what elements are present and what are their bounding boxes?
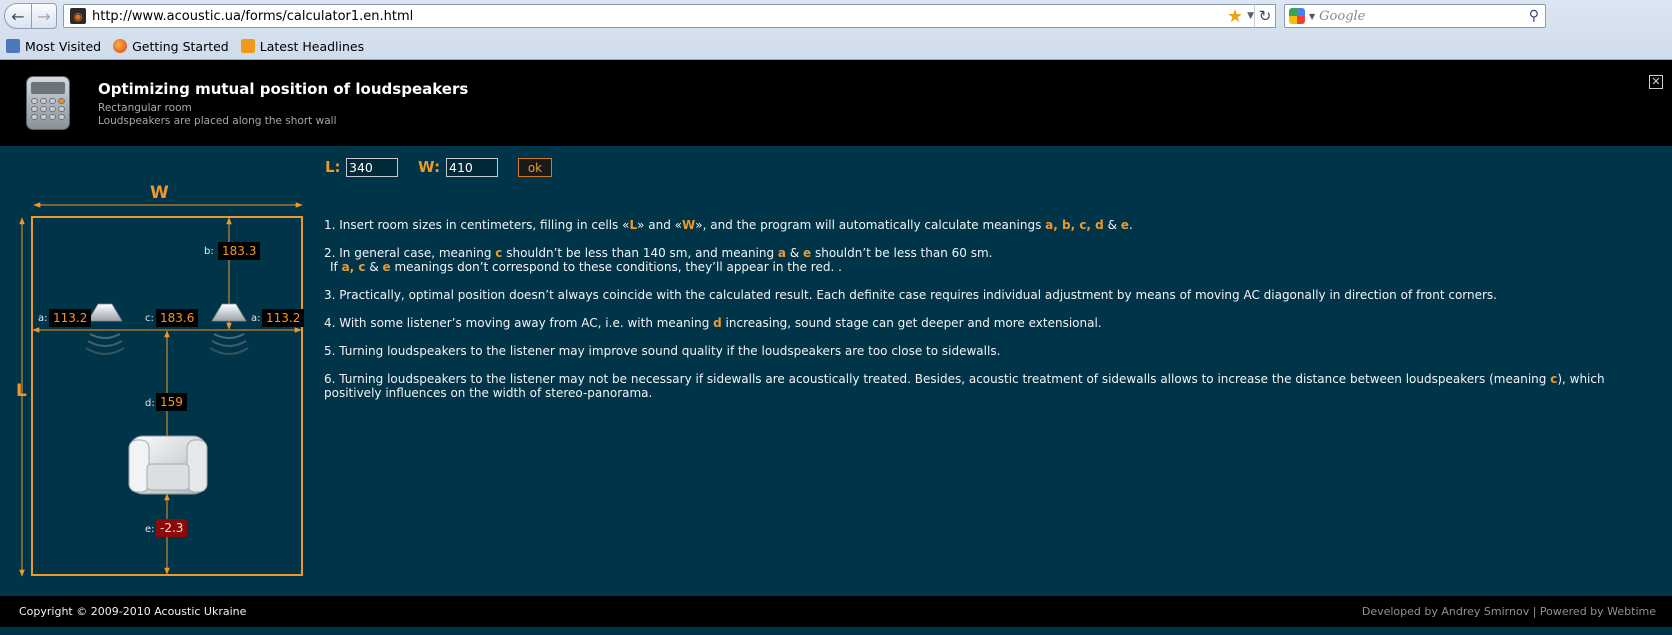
- e-label: e:: [145, 524, 155, 535]
- a-left-value: 113.2: [49, 309, 92, 327]
- c-label: c:: [145, 313, 154, 324]
- bookmark-label: Latest Headlines: [259, 38, 365, 54]
- page-header: [0, 60, 1672, 146]
- a-right-value: 113.2: [262, 309, 305, 327]
- bookmark-getting-started[interactable]: Getting Started: [113, 39, 229, 54]
- width-input[interactable]: [446, 158, 498, 177]
- length-label: L:: [325, 158, 341, 176]
- armchair-icon: [128, 435, 208, 495]
- page-title: Optimizing mutual position of loudspeake…: [98, 80, 469, 98]
- arrow-right-icon: →: [37, 6, 51, 26]
- a-right-label: a:: [251, 313, 261, 324]
- search-input[interactable]: Google: [1319, 9, 1529, 24]
- reload-icon: ↻: [1258, 7, 1272, 25]
- search-icon[interactable]: ⚲: [1529, 8, 1539, 24]
- b-label: b:: [204, 246, 214, 257]
- reload-button[interactable]: ↻: [1254, 4, 1276, 28]
- calculator-icon: [26, 76, 70, 130]
- chevron-down-icon[interactable]: ▼: [1309, 12, 1315, 21]
- instruction-5: 5. Turning loudspeakers to the listener …: [324, 344, 1001, 358]
- instruction-3: 3. Practically, optimal position doesn’t…: [324, 288, 1497, 302]
- dim-w-label: W: [150, 183, 169, 203]
- bookmarks-toolbar: Most Visited Getting Started Latest Head…: [0, 35, 370, 57]
- length-input[interactable]: [346, 158, 398, 177]
- bookmark-star-icon[interactable]: ★: [1227, 6, 1243, 27]
- room-diagram: W L b: 183.3 a: 113.2 c: 183.6 a: 113.2 …: [16, 183, 306, 580]
- d-value: 159: [156, 393, 187, 411]
- b-value: 183.3: [218, 242, 261, 260]
- chevron-down-icon[interactable]: ▼: [1247, 11, 1254, 21]
- credits-text: Developed by Andrey Smirnov | Powered by…: [1361, 605, 1656, 618]
- back-button[interactable]: ←: [4, 3, 32, 29]
- browser-toolbar: ← → ◉ http://www.acoustic.ua/forms/calcu…: [0, 0, 1672, 60]
- ok-button[interactable]: ok: [518, 158, 552, 177]
- google-icon: [1289, 8, 1305, 24]
- site-favicon-icon: ◉: [70, 8, 86, 24]
- bookmark-most-visited[interactable]: Most Visited: [6, 39, 101, 54]
- speaker-left-icon: [85, 303, 125, 355]
- instruction-4: 4. With some listener’s moving away from…: [324, 316, 1102, 330]
- c-value: 183.6: [156, 309, 199, 327]
- page-subtitle: Loudspeakers are placed along the short …: [98, 115, 337, 127]
- a-left-label: a:: [38, 313, 48, 324]
- bookmark-latest-headlines[interactable]: Latest Headlines: [240, 38, 365, 54]
- page-footer: Copyright © 2009-2010 Acoustic Ukraine D…: [0, 596, 1672, 627]
- instructions: 1. Insert room sizes in centimeters, fil…: [324, 218, 1644, 414]
- rss-icon: [240, 39, 255, 53]
- forward-button[interactable]: →: [31, 3, 57, 29]
- url-text: http://www.acoustic.ua/forms/calculator1…: [92, 8, 414, 24]
- width-label: W:: [418, 158, 441, 176]
- close-icon[interactable]: ✕: [1649, 75, 1663, 89]
- arrow-left-icon: ←: [11, 6, 25, 26]
- instruction-6: 6. Turning loudspeakers to the listener …: [324, 372, 1605, 400]
- firefox-icon: [113, 39, 128, 53]
- d-label: d:: [145, 398, 155, 409]
- bookmark-label: Most Visited: [25, 38, 102, 54]
- e-value: -2.3: [156, 519, 188, 537]
- search-bar[interactable]: ▼ Google ⚲: [1284, 4, 1546, 28]
- folder-icon: [6, 39, 20, 53]
- dim-l-label: L: [16, 381, 27, 401]
- copyright-text: Copyright © 2009-2010 Acoustic Ukraine: [19, 605, 247, 618]
- address-bar[interactable]: ◉ http://www.acoustic.ua/forms/calculato…: [63, 4, 1261, 28]
- bookmark-label: Getting Started: [132, 38, 229, 54]
- instruction-1: 1. Insert room sizes in centimeters, fil…: [324, 218, 1133, 232]
- instruction-2: 2. In general case, meaning c shouldn’t …: [324, 246, 993, 274]
- page-subtitle: Rectangular room: [98, 102, 192, 114]
